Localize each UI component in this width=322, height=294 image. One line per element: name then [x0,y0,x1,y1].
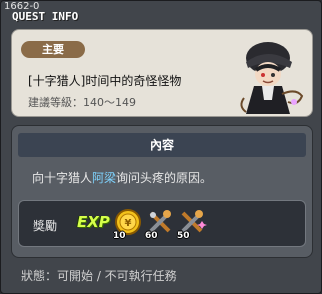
reward-item-tools[interactable]: 60 [145,207,175,241]
quest-name: [十字猎人]时间中的奇怪怪物 [28,74,182,88]
quest-summary-card: 主要 [十字猎人]时间中的奇怪怪物 建議等級：140～149 [11,29,313,117]
npc-link[interactable]: 阿梁 [92,171,116,185]
quest-content-panel: 內容 向十字猎人阿梁询问头疼的原因。 獎勵 EXP ¥ 10 60 50 [11,125,313,258]
content-text-before: 向十字猎人 [32,171,93,185]
reward-qty-coin: 10 [113,231,126,241]
content-text: 向十字猎人阿梁询问头疼的原因。 [32,169,212,186]
window-title: QUEST INFO [12,10,79,23]
npc-portrait [240,42,304,114]
reward-qty-tools-sparkle: 50 [177,231,190,241]
reward-qty-tools: 60 [145,231,158,241]
quest-info-window: 1662-0 QUEST INFO 主要 [十字猎人]时间中的奇怪怪物 建議等級… [0,0,322,294]
content-text-after: 询问头疼的原因。 [116,171,213,185]
reward-box: 獎勵 EXP ¥ 10 60 50 [18,200,306,247]
quest-status: 狀態：可開始 / 不可執行任務 [21,269,177,283]
svg-text:¥: ¥ [125,218,132,229]
reward-label: 獎勵 [33,219,58,233]
exp-icon: EXP [77,213,110,231]
quest-type-tag: 主要 [21,41,85,58]
quest-level: 建議等級：140～149 [28,96,136,109]
reward-item-coin[interactable]: ¥ 10 [113,207,143,241]
content-header: 內容 [18,133,306,157]
reward-item-tools-sparkle[interactable]: 50 [177,207,207,241]
